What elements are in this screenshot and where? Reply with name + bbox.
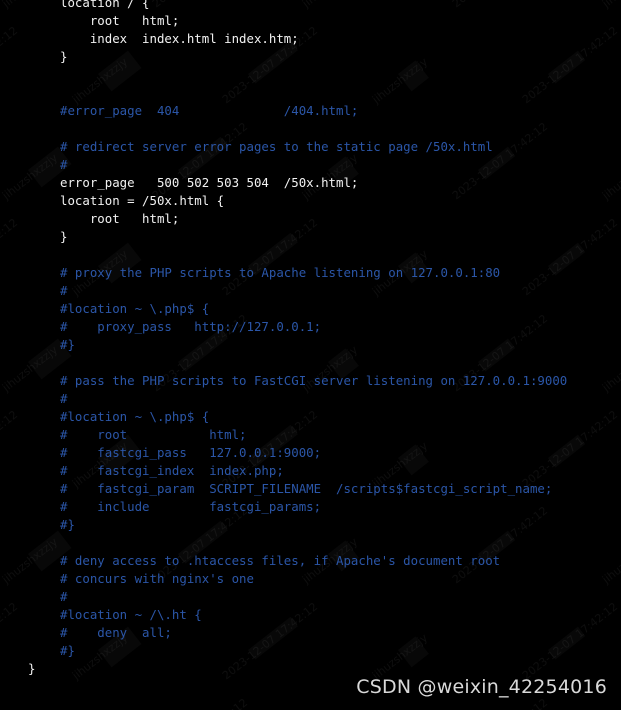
code-line: } xyxy=(60,229,68,244)
watermark-text: 2023-12-07 17:42:12 xyxy=(150,696,250,710)
code-line: # concurs with nginx's one xyxy=(60,571,254,586)
code-line: location / { xyxy=(60,0,150,10)
code-line: # xyxy=(60,589,68,604)
code-line: # proxy the PHP scripts to Apache listen… xyxy=(60,265,501,280)
code-line: # proxy_pass http://127.0.0.1; xyxy=(60,319,322,334)
code-line: # root html; xyxy=(60,427,247,442)
code-line: # pass the PHP scripts to FastCGI server… xyxy=(60,373,568,388)
code-line: #location ~ \.php$ { xyxy=(60,409,210,424)
code-line: # redirect server error pages to the sta… xyxy=(60,139,493,154)
code-line: root html; xyxy=(60,211,180,226)
code-line: #error_page 404 /404.html; xyxy=(60,103,359,118)
code-line: #} xyxy=(60,517,75,532)
code-line: #} xyxy=(60,643,75,658)
code-line: } xyxy=(60,49,68,64)
code-line: # fastcgi_param SCRIPT_FILENAME /scripts… xyxy=(60,481,553,496)
code-line: # xyxy=(60,283,68,298)
code-line: # deny all; xyxy=(60,625,172,640)
config-file-code-block[interactable]: location / { root html; index index.html… xyxy=(0,0,621,678)
code-line: # include fastcgi_params; xyxy=(60,499,322,514)
watermark-text: 2023-12-07 17:42:12 xyxy=(450,696,550,710)
code-line: # xyxy=(60,391,68,406)
code-line: # deny access to .htaccess files, if Apa… xyxy=(60,553,501,568)
code-editor-surface[interactable]: 2023-12-07 17:42:12jihuzshxzzjy2023-12-0… xyxy=(0,0,621,710)
code-line: # xyxy=(60,157,68,172)
code-line: #location ~ \.php$ { xyxy=(60,301,210,316)
code-line: location = /50x.html { xyxy=(60,193,225,208)
code-line: # fastcgi_pass 127.0.0.1:9000; xyxy=(60,445,322,460)
code-line: index index.html index.htm; xyxy=(60,31,299,46)
csdn-attribution-watermark: CSDN @weixin_42254016 xyxy=(356,676,607,698)
code-line: root html; xyxy=(60,13,180,28)
code-line: # fastcgi_index index.php; xyxy=(60,463,284,478)
code-line: #location ~ /\.ht { xyxy=(60,607,202,622)
code-line: error_page 500 502 503 504 /50x.html; xyxy=(60,175,359,190)
code-line: #} xyxy=(60,337,75,352)
